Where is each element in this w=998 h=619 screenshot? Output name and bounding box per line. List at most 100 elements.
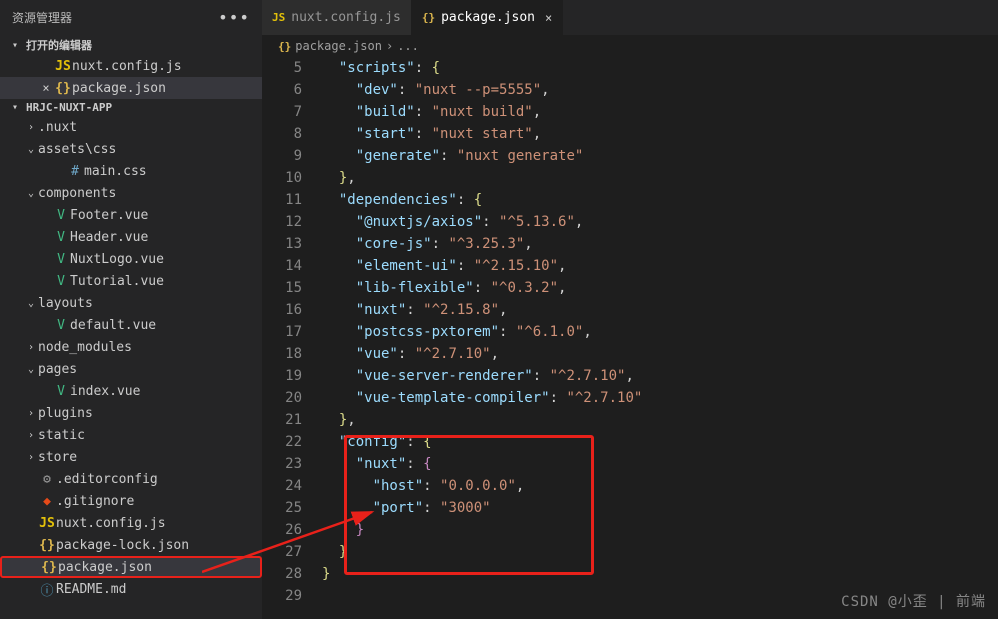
chevron-icon: ›: [24, 452, 38, 463]
code-line[interactable]: "host": "0.0.0.0",: [322, 475, 998, 497]
file-icon: JS: [38, 516, 56, 531]
folder-name: assets\css: [38, 142, 116, 157]
code-line[interactable]: "dependencies": {: [322, 189, 998, 211]
code-line[interactable]: "@nuxtjs/axios": "^5.13.6",: [322, 211, 998, 233]
file-item[interactable]: VNuxtLogo.vue: [0, 248, 262, 270]
folder-item[interactable]: ⌄assets\css: [0, 138, 262, 160]
folder-item[interactable]: ⌄pages: [0, 358, 262, 380]
folder-item[interactable]: ›node_modules: [0, 336, 262, 358]
file-name: package-lock.json: [56, 538, 189, 553]
file-icon: {}: [422, 11, 435, 24]
file-item[interactable]: ⓘREADME.md: [0, 578, 262, 600]
code-line[interactable]: }: [322, 563, 998, 585]
code-line[interactable]: "element-ui": "^2.15.10",: [322, 255, 998, 277]
code-line[interactable]: "vue-template-compiler": "^2.7.10": [322, 387, 998, 409]
open-editor-item[interactable]: JSnuxt.config.js: [0, 55, 262, 77]
breadcrumb-file: package.json: [295, 39, 382, 53]
line-number: 19: [262, 365, 302, 387]
line-number: 6: [262, 79, 302, 101]
file-item[interactable]: Vindex.vue: [0, 380, 262, 402]
chevron-icon: ⌄: [24, 298, 38, 309]
folder-item[interactable]: ›static: [0, 424, 262, 446]
explorer-title: 资源管理器: [12, 9, 72, 26]
folder-item[interactable]: ⌄layouts: [0, 292, 262, 314]
folder-name: pages: [38, 362, 77, 377]
file-icon: V: [52, 384, 70, 399]
file-item[interactable]: VFooter.vue: [0, 204, 262, 226]
code-line[interactable]: }: [322, 519, 998, 541]
chevron-icon: ›: [24, 122, 38, 133]
folder-item[interactable]: ⌄components: [0, 182, 262, 204]
code-line[interactable]: "core-js": "^3.25.3",: [322, 233, 998, 255]
line-number: 20: [262, 387, 302, 409]
file-item[interactable]: VHeader.vue: [0, 226, 262, 248]
editor-tab[interactable]: JSnuxt.config.js: [262, 0, 412, 35]
code-line[interactable]: "lib-flexible": "^0.3.2",: [322, 277, 998, 299]
line-number: 13: [262, 233, 302, 255]
file-icon: V: [52, 208, 70, 223]
line-number: 5: [262, 57, 302, 79]
line-number: 12: [262, 211, 302, 233]
code-editor[interactable]: 5678910111213141516171819202122232425262…: [262, 57, 998, 619]
breadcrumb-rest: ...: [397, 39, 419, 53]
open-editors-header[interactable]: ▾ 打开的编辑器: [0, 35, 262, 55]
file-item[interactable]: ◆.gitignore: [0, 490, 262, 512]
file-item[interactable]: #main.css: [0, 160, 262, 182]
editor-tab[interactable]: {}package.json×: [412, 0, 563, 35]
line-number: 22: [262, 431, 302, 453]
folder-item[interactable]: ›plugins: [0, 402, 262, 424]
project-header[interactable]: ▾ HRJC-NUXT-APP: [0, 99, 262, 116]
chevron-icon: ›: [24, 408, 38, 419]
json-icon: {}: [278, 40, 291, 53]
file-name: Header.vue: [70, 230, 148, 245]
file-item[interactable]: VTutorial.vue: [0, 270, 262, 292]
code-line[interactable]: "config": {: [322, 431, 998, 453]
file-item[interactable]: JSnuxt.config.js: [0, 512, 262, 534]
code-line[interactable]: "nuxt": "^2.15.8",: [322, 299, 998, 321]
more-icon[interactable]: •••: [218, 8, 250, 27]
folder-name: layouts: [38, 296, 93, 311]
file-item[interactable]: ⚙.editorconfig: [0, 468, 262, 490]
file-item[interactable]: {}package.json: [0, 556, 262, 578]
line-number: 18: [262, 343, 302, 365]
open-editors-list: JSnuxt.config.js×{}package.json: [0, 55, 262, 99]
file-icon: ⚙: [38, 472, 56, 487]
folder-name: store: [38, 450, 77, 465]
file-item[interactable]: Vdefault.vue: [0, 314, 262, 336]
line-number: 7: [262, 101, 302, 123]
code-content[interactable]: "scripts": { "dev": "nuxt --p=5555", "bu…: [322, 57, 998, 619]
line-number: 17: [262, 321, 302, 343]
code-line[interactable]: },: [322, 409, 998, 431]
code-line[interactable]: "generate": "nuxt generate": [322, 145, 998, 167]
file-name: .gitignore: [56, 494, 134, 509]
code-line[interactable]: "port": "3000": [322, 497, 998, 519]
code-line[interactable]: "vue-server-renderer": "^2.7.10",: [322, 365, 998, 387]
close-icon[interactable]: ×: [38, 81, 54, 95]
file-item[interactable]: {}package-lock.json: [0, 534, 262, 556]
code-line[interactable]: }: [322, 541, 998, 563]
code-line[interactable]: "vue": "^2.7.10",: [322, 343, 998, 365]
code-line[interactable]: "start": "nuxt start",: [322, 123, 998, 145]
line-number: 26: [262, 519, 302, 541]
code-line[interactable]: },: [322, 167, 998, 189]
code-line[interactable]: "build": "nuxt build",: [322, 101, 998, 123]
folder-item[interactable]: ›store: [0, 446, 262, 468]
code-line[interactable]: "nuxt": {: [322, 453, 998, 475]
folder-item[interactable]: ›.nuxt: [0, 116, 262, 138]
folder-name: plugins: [38, 406, 93, 421]
breadcrumb-sep: ›: [386, 39, 393, 53]
breadcrumb[interactable]: {} package.json › ...: [262, 35, 998, 57]
code-line[interactable]: "postcss-pxtorem": "^6.1.0",: [322, 321, 998, 343]
file-icon: ⓘ: [38, 580, 56, 599]
file-name: Tutorial.vue: [70, 274, 164, 289]
file-name: package.json: [58, 560, 152, 575]
close-icon[interactable]: ×: [545, 11, 552, 25]
file-name: .editorconfig: [56, 472, 158, 487]
file-name: package.json: [72, 81, 166, 96]
watermark: CSDN @小歪 | 前端: [841, 591, 986, 611]
code-line[interactable]: "dev": "nuxt --p=5555",: [322, 79, 998, 101]
open-editor-item[interactable]: ×{}package.json: [0, 77, 262, 99]
line-number: 9: [262, 145, 302, 167]
code-line[interactable]: "scripts": {: [322, 57, 998, 79]
folder-name: components: [38, 186, 116, 201]
